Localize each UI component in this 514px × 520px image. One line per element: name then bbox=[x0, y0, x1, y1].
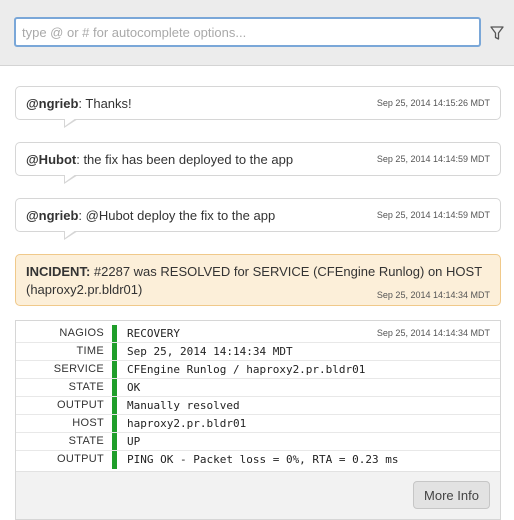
row-value: RECOVERY bbox=[127, 327, 180, 340]
table-row: OUTPUT Manually resolved bbox=[16, 397, 500, 415]
incident-notice: INCIDENT: #2287 was RESOLVED for SERVICE… bbox=[15, 254, 501, 306]
chat-message: @Hubot: the fix has been deployed to the… bbox=[15, 142, 501, 184]
row-value: UP bbox=[127, 435, 141, 448]
chat-message: @ngrieb: Thanks! Sep 25, 2014 14:15:26 M… bbox=[15, 86, 501, 128]
message-timestamp: Sep 25, 2014 14:14:59 MDT bbox=[376, 210, 490, 220]
row-key: TIME bbox=[76, 345, 104, 357]
row-value: PING OK - Packet loss = 0%, RTA = 0.23 m… bbox=[127, 453, 399, 466]
row-key: OUTPUT bbox=[56, 453, 104, 465]
table-row: OUTPUT PING OK - Packet loss = 0%, RTA = … bbox=[16, 451, 500, 469]
message-user: @Hubot bbox=[26, 152, 77, 167]
row-key: SERVICE bbox=[53, 363, 104, 375]
row-key: STATE bbox=[68, 435, 104, 447]
top-bar bbox=[0, 0, 514, 66]
row-value: Manually resolved bbox=[127, 399, 240, 412]
message-body: : @Hubot deploy the fix to the app bbox=[78, 208, 276, 223]
incident-label: INCIDENT: bbox=[26, 264, 91, 279]
incident-timestamp: Sep 25, 2014 14:14:34 MDT bbox=[376, 290, 490, 300]
table-row: STATE OK bbox=[16, 379, 500, 397]
table-row: NAGIOS RECOVERY bbox=[16, 325, 500, 343]
bubble-tail bbox=[64, 118, 78, 128]
row-key: NAGIOS bbox=[59, 327, 104, 339]
row-value: haproxy2.pr.bldr01 bbox=[127, 417, 247, 430]
message-text: @Hubot: the fix has been deployed to the… bbox=[26, 152, 293, 167]
message-body: : Thanks! bbox=[78, 96, 132, 111]
chat-message: @ngrieb: @Hubot deploy the fix to the ap… bbox=[15, 198, 501, 240]
card-footer: More Info bbox=[16, 471, 500, 519]
row-key: HOST bbox=[72, 417, 104, 429]
message-user: @ngrieb bbox=[26, 208, 79, 223]
message-text: @ngrieb: @Hubot deploy the fix to the ap… bbox=[26, 208, 275, 223]
bubble-tail bbox=[64, 174, 78, 184]
message-user: @ngrieb bbox=[26, 96, 79, 111]
message-feed: @ngrieb: Thanks! Sep 25, 2014 14:15:26 M… bbox=[0, 67, 514, 520]
row-key: STATE bbox=[68, 381, 104, 393]
message-body: : the fix has been deployed to the app bbox=[76, 152, 294, 167]
nagios-alert-card: Sep 25, 2014 14:14:34 MDT NAGIOS RECOVERY… bbox=[15, 320, 501, 520]
message-timestamp: Sep 25, 2014 14:15:26 MDT bbox=[376, 98, 490, 108]
table-row: TIME Sep 25, 2014 14:14:34 MDT bbox=[16, 343, 500, 361]
message-timestamp: Sep 25, 2014 14:14:59 MDT bbox=[376, 154, 490, 164]
more-info-button[interactable]: More Info bbox=[413, 481, 490, 509]
row-value: CFEngine Runlog / haproxy2.pr.bldr01 bbox=[127, 363, 366, 376]
filter-icon[interactable] bbox=[487, 24, 507, 42]
row-key: OUTPUT bbox=[56, 399, 104, 411]
search-input[interactable] bbox=[14, 17, 481, 47]
table-row: HOST haproxy2.pr.bldr01 bbox=[16, 415, 500, 433]
row-value: OK bbox=[127, 381, 141, 394]
message-text: @ngrieb: Thanks! bbox=[26, 96, 132, 111]
row-value: Sep 25, 2014 14:14:34 MDT bbox=[127, 345, 293, 358]
nagios-details-table: NAGIOS RECOVERY TIME Sep 25, 2014 14:14:34… bbox=[16, 325, 500, 469]
table-row: SERVICE CFEngine Runlog / haproxy2.pr.bld… bbox=[16, 361, 500, 379]
table-row: STATE UP bbox=[16, 433, 500, 451]
bubble-tail bbox=[64, 230, 78, 240]
